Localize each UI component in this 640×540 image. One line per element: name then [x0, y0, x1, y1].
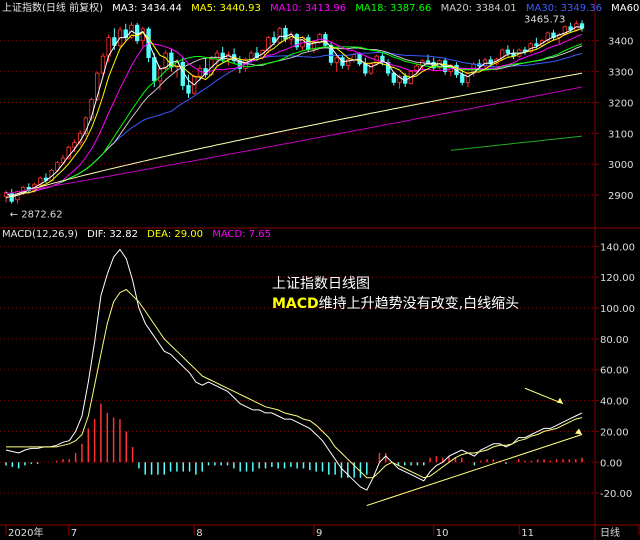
candle — [363, 57, 368, 77]
macd-tick-label: 20.00 — [600, 427, 629, 438]
candle-body — [534, 43, 539, 46]
macd-tick-label: 0.00 — [600, 458, 622, 469]
ma3-line — [5, 26, 583, 198]
x-axis-label: 7 — [71, 528, 77, 539]
macd-tick-label: -20.00 — [600, 489, 632, 500]
macd-chart-title: MACD(12,26,9) — [2, 229, 78, 240]
x-axis-label: 9 — [316, 528, 322, 539]
candle — [551, 29, 556, 41]
x-axis-label: 8 — [196, 528, 202, 539]
x-axis-label: 11 — [521, 528, 534, 539]
macd-tick-label: 60.00 — [600, 366, 629, 377]
candle — [334, 56, 339, 72]
candle-body — [152, 57, 157, 82]
candle — [522, 46, 528, 55]
candle — [579, 20, 585, 32]
candle — [277, 26, 282, 44]
macd-tick-label: 140.00 — [600, 242, 635, 253]
candle-body — [186, 85, 191, 94]
candle — [106, 34, 111, 63]
dea-line — [6, 288, 583, 479]
ma3-label: MA3: 3434.44 — [112, 3, 182, 14]
x-axis-label: 2020年 — [8, 526, 43, 539]
annotation-arrowhead — [557, 397, 564, 404]
candle — [254, 46, 260, 61]
candle — [231, 48, 237, 64]
dea-label: DEA: 29.00 — [147, 229, 203, 240]
candle — [140, 26, 146, 47]
macd-tick-label: 80.00 — [600, 335, 629, 346]
candle — [123, 23, 128, 41]
ma18-label: MA18: 3387.66 — [355, 3, 432, 14]
candle-body — [277, 27, 282, 43]
price-chart-title: 上证指数(日线 前复权) — [2, 3, 103, 14]
macd-legend: MACD(12,26,9) DIF: 32.82 DEA: 29.00 MACD… — [2, 228, 277, 242]
candle-body — [425, 60, 431, 63]
candle-body — [465, 72, 471, 83]
macd-value-label: MACD: 7.65 — [212, 229, 271, 240]
price-legend: 上证指数(日线 前复权) MA3: 3434.44 MA5: 3440.93 M… — [2, 2, 640, 16]
annotation-title: 上证指数日线图 — [272, 276, 370, 292]
annotation-comment-text: 维持上升趋势没有改变,白线缩头 — [318, 296, 520, 312]
candle — [3, 190, 9, 203]
candle-body — [197, 68, 203, 77]
candle-body — [214, 52, 220, 60]
candle — [294, 32, 300, 50]
ma20-label: MA20: 3384.01 — [440, 3, 517, 14]
candle-body — [135, 24, 140, 42]
annotation-comment: MACD维持上升趋势没有改变,白线缩头 — [272, 293, 519, 313]
ma30-label: MA30: 3349.36 — [525, 3, 602, 14]
stock-chart: 3465.73← 2872.62 2900 3000 3100 3200 3300 340… — [0, 0, 640, 540]
candle — [368, 62, 374, 75]
candle-body — [460, 74, 465, 83]
ma60-label: MA60: — [611, 3, 640, 14]
candle-body — [72, 142, 77, 148]
price-min-label: ← 2872.62 — [10, 209, 63, 220]
ma5-label: MA5: 3440.93 — [191, 3, 261, 14]
candle — [482, 57, 488, 68]
candle — [346, 57, 351, 71]
candle — [511, 49, 516, 60]
ma10-label: MA10: 3413.96 — [270, 3, 347, 14]
candle-body — [334, 57, 339, 63]
price-panel: 3465.73← 2872.62 — [3, 14, 585, 220]
price-tick-label: 3100 — [608, 129, 633, 140]
candle — [100, 53, 106, 78]
annotation-macd-word: MACD — [272, 296, 319, 312]
x-axis-label: 日线 — [600, 526, 620, 539]
price-tick-label: 3300 — [608, 68, 633, 79]
candle-body — [368, 63, 374, 74]
candle-body — [283, 27, 288, 40]
price-tick-label: 3200 — [608, 98, 633, 109]
candle-body — [317, 34, 322, 43]
candle-body — [157, 68, 163, 82]
candle-body — [249, 52, 254, 60]
candle-body — [363, 63, 368, 74]
price-tick-label: 3000 — [608, 160, 633, 171]
annotation-arrow-line — [524, 387, 564, 405]
candle-body — [391, 72, 396, 83]
candle — [460, 70, 465, 86]
macd-tick-label: 100.00 — [600, 304, 635, 315]
x-axis-label: 10 — [436, 528, 449, 539]
price-tick-label: 3400 — [608, 37, 633, 48]
candle — [169, 48, 174, 72]
price-tick-label: 2900 — [608, 191, 633, 202]
candle-body — [505, 49, 511, 54]
ma250-line — [450, 135, 583, 151]
macd-tick-label: 40.00 — [600, 397, 629, 408]
candle — [385, 59, 391, 77]
macd-tick-label: 120.00 — [600, 273, 635, 284]
dif-label: DIF: 32.82 — [87, 229, 138, 240]
trend-support-line — [366, 434, 583, 506]
